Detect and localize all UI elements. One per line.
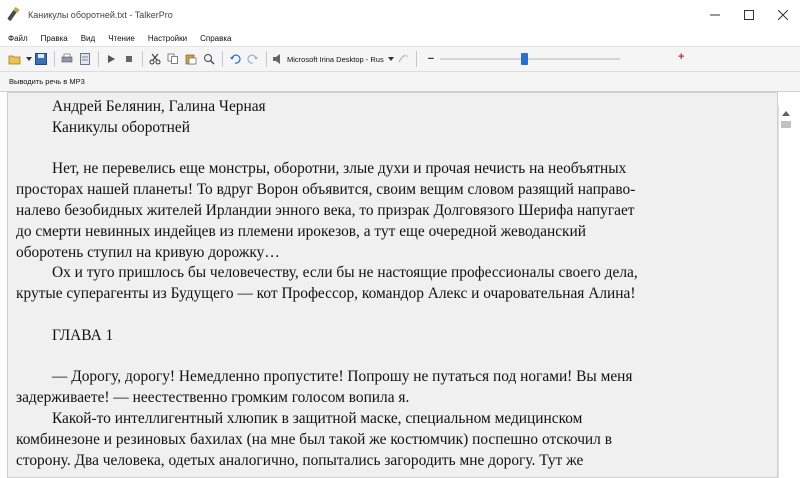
voice-dropdown-button[interactable] [387, 52, 394, 66]
menu-file[interactable]: Файл [8, 34, 28, 43]
chevron-down-icon [387, 57, 394, 61]
document-line: оборотень ступил на кривую дорожку… [16, 243, 280, 261]
toolbar-separator [266, 51, 267, 67]
slider-thumb[interactable] [521, 53, 529, 65]
speed-slider[interactable] [440, 52, 621, 66]
menu-edit[interactable]: Правка [41, 34, 68, 43]
document-line: Ох и туго пришлось бы человечеству, если… [52, 264, 638, 282]
document-line [16, 305, 776, 326]
close-button[interactable] [766, 0, 800, 30]
speed-increase-button[interactable]: + [678, 51, 684, 63]
document-line: задерживаете! — неестественно громким го… [16, 389, 410, 407]
open-icon [8, 55, 21, 65]
speed-decrease-button[interactable]: − [428, 53, 434, 65]
menu-view[interactable]: Вид [81, 34, 95, 43]
export-mp3-button[interactable]: Выводить речь в MP3 [9, 77, 85, 86]
secondary-toolbar: Выводить речь в MP3 [0, 72, 800, 92]
copy-button[interactable] [166, 52, 180, 66]
play-button[interactable] [104, 52, 118, 66]
document-text[interactable]: Андрей Белянин, Галина Черная Каникулы об… [16, 97, 776, 471]
save-icon [35, 53, 47, 65]
paste-button[interactable] [184, 52, 198, 66]
document-line: — Дорогу, дорогу! Немедленно пропустите!… [52, 368, 633, 386]
cut-icon [149, 53, 161, 65]
save-button[interactable] [34, 52, 48, 66]
voice-select[interactable]: Microsoft Irina Desktop - Rus [287, 55, 384, 64]
document-line [16, 139, 776, 160]
document-line: Нет, не перевелись еще монстры, оборотни… [52, 160, 627, 178]
minimize-button[interactable] [698, 0, 732, 30]
stop-button[interactable] [122, 52, 136, 66]
toolbar-separator [54, 51, 55, 67]
voice-settings-icon [398, 54, 409, 63]
menu-reading[interactable]: Чтение [108, 34, 135, 43]
voice-settings-button[interactable] [396, 52, 410, 66]
scroll-up-button[interactable] [779, 106, 793, 120]
text-editor[interactable]: Андрей Белянин, Галина Черная Каникулы об… [7, 92, 778, 478]
find-button[interactable] [202, 52, 216, 66]
toolbar-separator [415, 51, 417, 67]
print-button[interactable] [60, 52, 74, 66]
chevron-up-icon [782, 110, 790, 116]
scrollbar-thumb[interactable] [781, 121, 791, 128]
document-line: налево безобидных жителей Ирландии энног… [16, 201, 635, 219]
toolbar-separator [142, 51, 143, 67]
document-line: до смерти невинных индейцев из племени и… [16, 222, 586, 240]
document-line: Каникулы оборотней [52, 118, 190, 136]
window-title: Каникулы оборотней.txt - TalkerPro [28, 10, 173, 20]
title-bar: Каникулы оборотней.txt - TalkerPro [0, 0, 800, 30]
talkerpro-app-icon [7, 6, 22, 22]
voice-icon-box [272, 52, 282, 66]
page-icon [80, 53, 90, 65]
cut-button[interactable] [148, 52, 162, 66]
document-line: сторону. Два человека, одетых аналогично… [16, 451, 584, 469]
menu-bar: Файл Правка Вид Чтение Настройки Справка [0, 30, 800, 46]
document-line: Какой-то интеллигентный хлюпик в защитно… [52, 409, 583, 427]
menu-help[interactable]: Справка [200, 34, 231, 43]
find-icon [204, 54, 215, 65]
maximize-button[interactable] [732, 0, 766, 30]
paste-icon [185, 54, 197, 65]
close-icon [778, 10, 788, 20]
toolbar-separator [98, 51, 99, 67]
document-line: крутые суперагенты из Будущего — кот Про… [16, 285, 636, 303]
redo-icon [247, 54, 258, 64]
document-line: комбинезоне и резиновых бахилах (на мне … [16, 430, 612, 448]
open-button[interactable] [8, 52, 22, 66]
redo-button[interactable] [246, 52, 260, 66]
slider-track [440, 58, 621, 60]
menu-settings[interactable]: Настройки [148, 34, 187, 43]
document-line: Андрей Белянин, Галина Черная [52, 98, 266, 115]
copy-icon [167, 53, 178, 64]
play-icon [108, 55, 115, 63]
open-dropdown-button[interactable] [26, 52, 32, 66]
toolbar-separator [222, 51, 223, 67]
maximize-icon [744, 10, 754, 20]
page-button[interactable] [78, 52, 92, 66]
document-line: просторах нашей планеты! То вдруг Ворон … [16, 181, 636, 199]
undo-button[interactable] [228, 52, 242, 66]
minimize-icon [710, 14, 720, 16]
speaker-icon [273, 54, 280, 64]
main-toolbar: Microsoft Irina Desktop - Rus − + [0, 46, 800, 72]
chevron-down-icon [26, 57, 32, 61]
document-line: ГЛАВА 1 [52, 326, 114, 344]
print-icon [61, 53, 73, 63]
undo-icon [230, 54, 241, 64]
vertical-scrollbar[interactable] [778, 106, 792, 478]
stop-icon [126, 56, 132, 62]
document-line [16, 347, 776, 368]
